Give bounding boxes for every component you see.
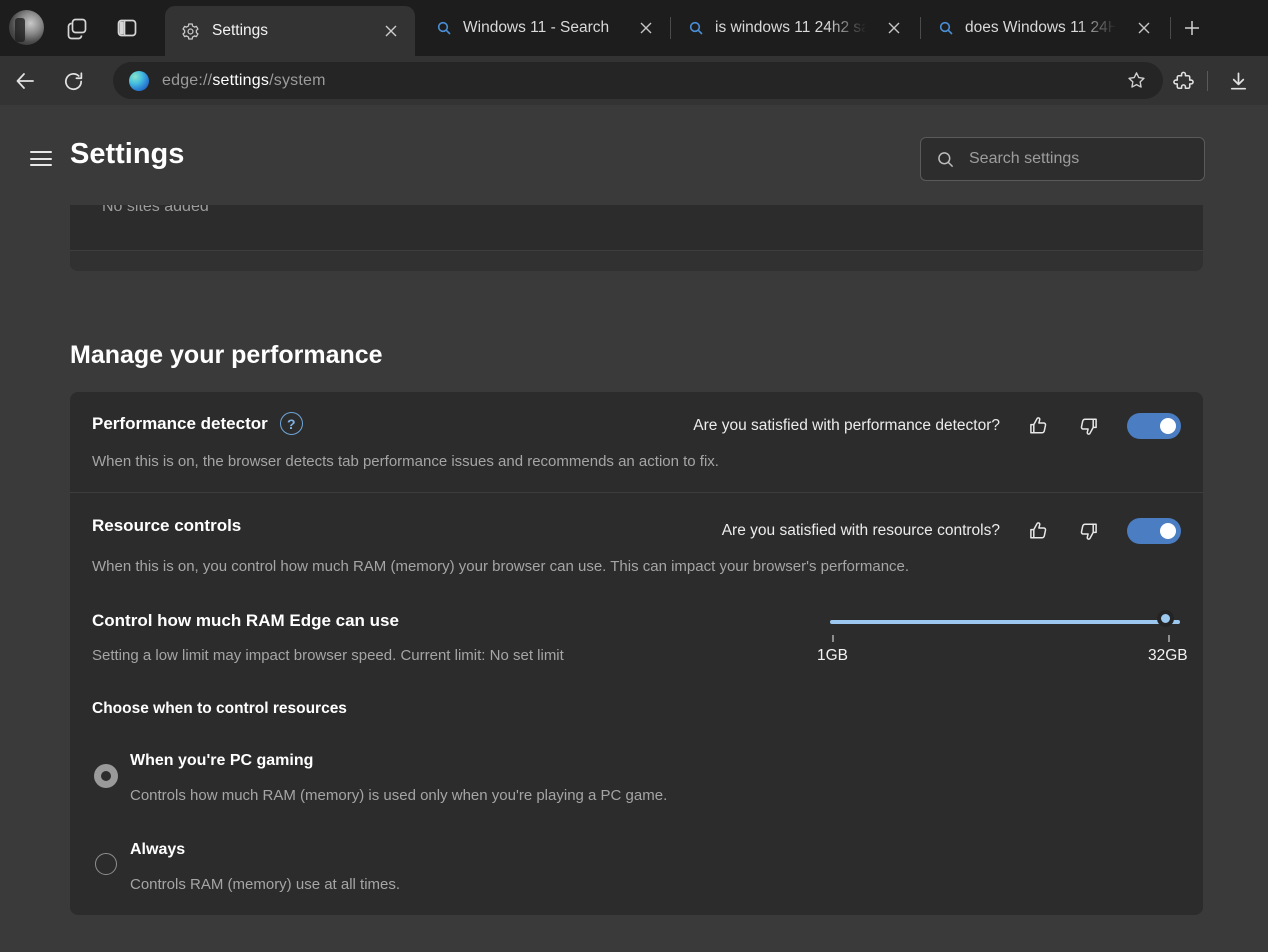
tab-does-windows-24h2[interactable]: does Windows 11 24H — [926, 12, 1164, 44]
help-icon[interactable]: ? — [280, 412, 303, 435]
edge-logo-icon — [129, 71, 149, 91]
ram-slider-knob[interactable] — [1157, 610, 1174, 627]
ram-limit-description: Setting a low limit may impact browser s… — [92, 647, 564, 664]
navigation-toolbar: edge://settings/system — [0, 56, 1268, 105]
resource-controls-title: Resource controls — [92, 516, 241, 536]
resource-controls-feedback: Are you satisfied with resource controls… — [722, 516, 1181, 546]
settings-search-input[interactable] — [969, 150, 1189, 168]
tab-label: Settings — [212, 22, 367, 40]
tab-24h2-safe[interactable]: is windows 11 24h2 saf — [676, 12, 914, 44]
ram-limit-title: Control how much RAM Edge can use — [92, 611, 399, 631]
ram-slider[interactable] — [830, 620, 1180, 624]
radio-always[interactable] — [95, 853, 117, 875]
no-sites-text: No sites added — [102, 205, 209, 216]
toggle-knob — [1160, 418, 1176, 434]
tab-label: is windows 11 24h2 saf — [715, 19, 871, 37]
row-divider — [70, 492, 1203, 493]
performance-detector-title-row: Performance detector ? — [92, 412, 303, 435]
ie-mode-sites-card: No sites added — [70, 205, 1203, 271]
url-text: edge://settings/system — [162, 72, 326, 90]
toolbar-divider — [1207, 71, 1208, 91]
refresh-icon[interactable] — [60, 68, 86, 94]
settings-search-box[interactable] — [920, 137, 1205, 181]
gear-icon — [181, 22, 200, 41]
search-icon — [436, 20, 452, 36]
feedback-question: Are you satisfied with resource controls… — [722, 522, 1000, 540]
feedback-question: Are you satisfied with performance detec… — [693, 417, 1000, 435]
slider-tick-max — [1168, 635, 1170, 642]
close-icon[interactable] — [1132, 16, 1156, 40]
favorite-star-icon[interactable] — [1126, 70, 1147, 91]
tab-separator — [670, 17, 671, 39]
address-bar[interactable]: edge://settings/system — [113, 62, 1163, 99]
resource-controls-title-row: Resource controls — [92, 516, 241, 536]
close-icon[interactable] — [379, 19, 403, 43]
performance-detector-title: Performance detector — [92, 414, 268, 434]
toggle-knob — [1160, 523, 1176, 539]
tab-strip: Settings Windows 11 - Search is windows … — [0, 0, 1268, 56]
performance-detector-description: When this is on, the browser detects tab… — [92, 453, 719, 470]
profile-avatar[interactable] — [9, 10, 44, 45]
thumbs-down-icon[interactable] — [1076, 413, 1102, 439]
back-icon[interactable] — [12, 68, 38, 94]
tab-separator — [920, 17, 921, 39]
sites-card-footer — [70, 250, 1203, 271]
tab-label: does Windows 11 24H — [965, 19, 1121, 37]
radio-pc-gaming-description: Controls how much RAM (memory) is used o… — [130, 787, 667, 804]
section-heading: Manage your performance — [70, 341, 383, 370]
search-icon — [938, 20, 954, 36]
tab-settings[interactable]: Settings — [165, 6, 415, 56]
resource-controls-description: When this is on, you control how much RA… — [92, 558, 909, 575]
radio-pc-gaming[interactable] — [94, 764, 118, 788]
resource-controls-toggle[interactable] — [1127, 518, 1181, 544]
new-tab-button[interactable] — [1178, 14, 1206, 42]
tab-label: Windows 11 - Search — [463, 19, 623, 37]
performance-card: Performance detector ? Are you satisfied… — [70, 392, 1203, 915]
extensions-icon[interactable] — [1170, 68, 1196, 94]
thumbs-up-icon[interactable] — [1025, 413, 1051, 439]
page-title: Settings — [70, 138, 184, 171]
thumbs-down-icon[interactable] — [1076, 518, 1102, 544]
menu-icon[interactable] — [30, 151, 52, 166]
tab-actions-menu-icon[interactable] — [114, 15, 140, 41]
edge-browser-window: Settings Windows 11 - Search is windows … — [0, 0, 1268, 952]
performance-detector-feedback: Are you satisfied with performance detec… — [693, 411, 1181, 441]
resource-mode-heading: Choose when to control resources — [92, 700, 347, 718]
slider-max-label: 32GB — [1148, 647, 1188, 665]
radio-always-description: Controls RAM (memory) use at all times. — [130, 876, 400, 893]
thumbs-up-icon[interactable] — [1025, 518, 1051, 544]
tab-windows11-search[interactable]: Windows 11 - Search — [424, 12, 666, 44]
close-icon[interactable] — [882, 16, 906, 40]
slider-min-label: 1GB — [817, 647, 848, 665]
radio-always-label[interactable]: Always — [130, 841, 185, 859]
radio-pc-gaming-label[interactable]: When you're PC gaming — [130, 752, 313, 770]
downloads-icon[interactable] — [1225, 68, 1251, 94]
close-icon[interactable] — [634, 16, 658, 40]
tab-separator — [1170, 17, 1171, 39]
search-icon — [688, 20, 704, 36]
ram-limit-title-row: Control how much RAM Edge can use — [92, 611, 399, 631]
settings-page-header: Settings — [0, 105, 1268, 205]
slider-tick-min — [832, 635, 834, 642]
workspaces-icon[interactable] — [64, 15, 90, 41]
performance-detector-toggle[interactable] — [1127, 413, 1181, 439]
search-icon — [936, 150, 955, 169]
